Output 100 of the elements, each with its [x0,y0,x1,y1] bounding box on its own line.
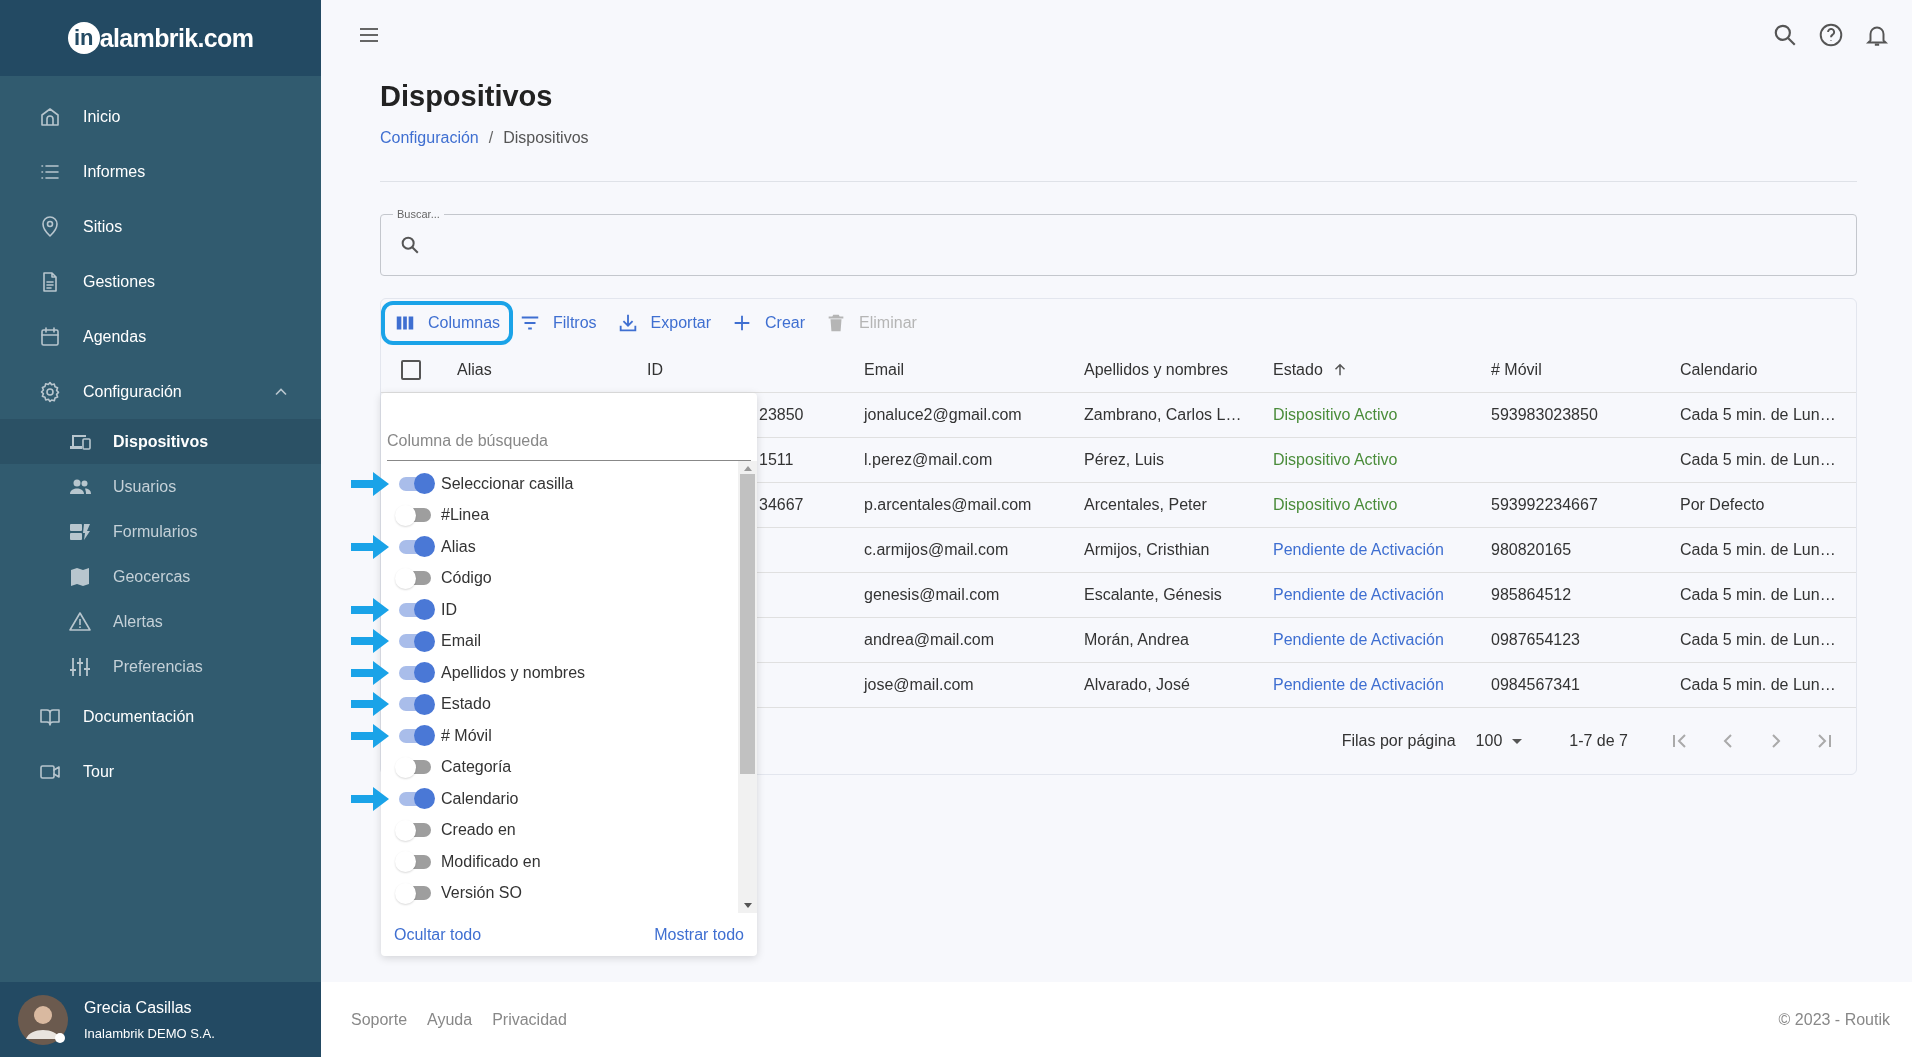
rows-per-page-label: Filas por página [1341,731,1456,751]
column-header[interactable]: # Móvil [1475,357,1664,382]
footer-link[interactable]: Soporte [351,1007,408,1032]
toolbar-button[interactable]: Filtros [517,301,599,345]
toolbar-button[interactable]: Exportar [614,301,714,345]
page-title: Dispositivos [380,79,554,114]
column-header[interactable]: Estado [1257,357,1475,382]
column-option-label: Estado [441,694,491,715]
table-cell: Cada 5 min. de Lun… [1680,676,1836,693]
caret-icon [1512,738,1523,744]
table-cell: Alvarado, José [1084,676,1190,693]
calendar-icon [38,324,62,349]
table-cell: Cada 5 min. de Lun… [1680,631,1836,648]
nav-item[interactable]: Alertas [0,599,321,644]
column-header[interactable]: Apellidos y nombres [1068,357,1257,382]
table-cell: 593992234667 [1491,496,1598,513]
table-cell: 23850 [759,406,804,423]
nav-item[interactable]: Informes [0,144,321,199]
column-option-label: Email [441,631,481,652]
table-cell: Arcentales, Peter [1084,496,1207,513]
table-cell: Cada 5 min. de Lun… [1680,406,1836,423]
avatar [18,994,68,1045]
column-option-label: # Móvil [441,725,492,746]
column-search-field[interactable]: Columna de búsqueda [387,421,751,461]
table-cell: Dispositivo Activo [1273,406,1398,423]
page-range: 1-7 de 7 [1569,731,1628,751]
column-header[interactable]: ID [631,357,848,382]
user-name: Grecia Casillas [84,997,193,1018]
scroll-down-icon[interactable] [743,903,752,908]
column-option-label: Código [441,568,492,589]
table-cell: Pendiente de Activación [1273,541,1444,558]
footer-link[interactable]: Ayuda [427,1007,473,1032]
hide-all-button[interactable]: Ocultar todo [394,922,482,947]
toolbar-button[interactable]: Columnas [381,301,514,345]
table-cell: 985864512 [1491,586,1572,603]
column-option-label: Calendario [441,788,519,809]
table-cell: 0987654123 [1491,631,1580,648]
column-header[interactable]: Email [848,357,1068,382]
table-cell: Zambrano, Carlos L… [1084,406,1242,423]
settings-icon [38,379,62,404]
column-option-label: Modificado en [441,851,541,872]
column-header[interactable]: Calendario [1664,357,1856,382]
table-cell: jose@mail.com [864,676,974,693]
column-option-label: #Linea [441,505,490,526]
table-cell: Dispositivo Activo [1273,496,1398,513]
breadcrumb-separator: / [488,128,494,148]
company-name: Inalambrik DEMO S.A. [84,1024,215,1043]
toolbar-button[interactable]: Crear [729,301,808,345]
nav-item[interactable]: Geocercas [0,554,321,599]
nav-item[interactable]: Usuarios [0,464,321,509]
nav-item[interactable]: Formularios [0,509,321,554]
table-cell: Armijos, Cristhian [1084,541,1210,558]
table-cell: 34667 [759,496,804,513]
table-cell: c.armijos@mail.com [864,541,1009,558]
nav-item[interactable]: Agendas [0,309,321,364]
search-icon[interactable] [1772,22,1798,48]
column-option-label: Seleccionar casilla [441,473,574,494]
table-cell: Por Defecto [1680,496,1765,513]
column-option-label: ID [441,599,457,620]
rows-per-page-select[interactable]: 100 [1475,729,1523,753]
table-cell: 1511 [759,451,794,468]
logo: in alambrik.com [0,0,321,76]
select-all-checkbox[interactable] [401,359,421,380]
table-cell: Pérez, Luis [1084,451,1165,468]
table-cell: andrea@mail.com [864,631,995,648]
show-all-button[interactable]: Mostrar todo [654,922,744,947]
table-cell: 593983023850 [1491,406,1598,423]
table-cell: Pendiente de Activación [1273,676,1444,693]
help-icon[interactable] [1818,22,1844,48]
table-cell: Pendiente de Activación [1273,631,1444,648]
nav-item[interactable]: Sitios [0,199,321,254]
table-cell: Morán, Andrea [1084,631,1189,648]
search-icon [399,234,421,256]
scroll-up-icon[interactable] [743,466,752,471]
table-cell: jonaluce2@gmail.com [864,406,1022,423]
nav-item[interactable]: Tour [0,744,321,799]
breadcrumb-current: Dispositivos [503,128,589,148]
table-cell: Cada 5 min. de Lun… [1680,586,1836,603]
footer-link[interactable]: Privacidad [492,1007,567,1032]
table-cell: 0984567341 [1491,676,1580,693]
nav-item[interactable]: Dispositivos [0,419,321,464]
nav-item[interactable]: Gestiones [0,254,321,309]
table-cell: Dispositivo Activo [1273,451,1398,468]
table-cell: Escalante, Génesis [1084,586,1222,603]
table-cell: 980820165 [1491,541,1572,558]
column-option-label: Versión SO [441,883,522,904]
table-cell: genesis@mail.com [864,586,1000,603]
column-option-label: Creado en [441,820,516,841]
breadcrumb-link[interactable]: Configuración [380,126,479,150]
nav-item[interactable]: Inicio [0,89,321,144]
copyright: © 2023 - Routik [1778,1009,1890,1030]
table-cell: Cada 5 min. de Lun… [1680,541,1836,558]
nav-item[interactable]: Documentación [0,689,321,744]
nav-item[interactable]: Configuración [0,364,321,419]
column-option-label: Alias [441,536,476,557]
column-option-label: Apellidos y nombres [441,662,586,683]
scrollbar[interactable] [738,461,757,913]
column-option-label: Categoría [441,757,512,778]
nav-item[interactable]: Preferencias [0,644,321,689]
column-header[interactable]: Alias [441,357,631,382]
